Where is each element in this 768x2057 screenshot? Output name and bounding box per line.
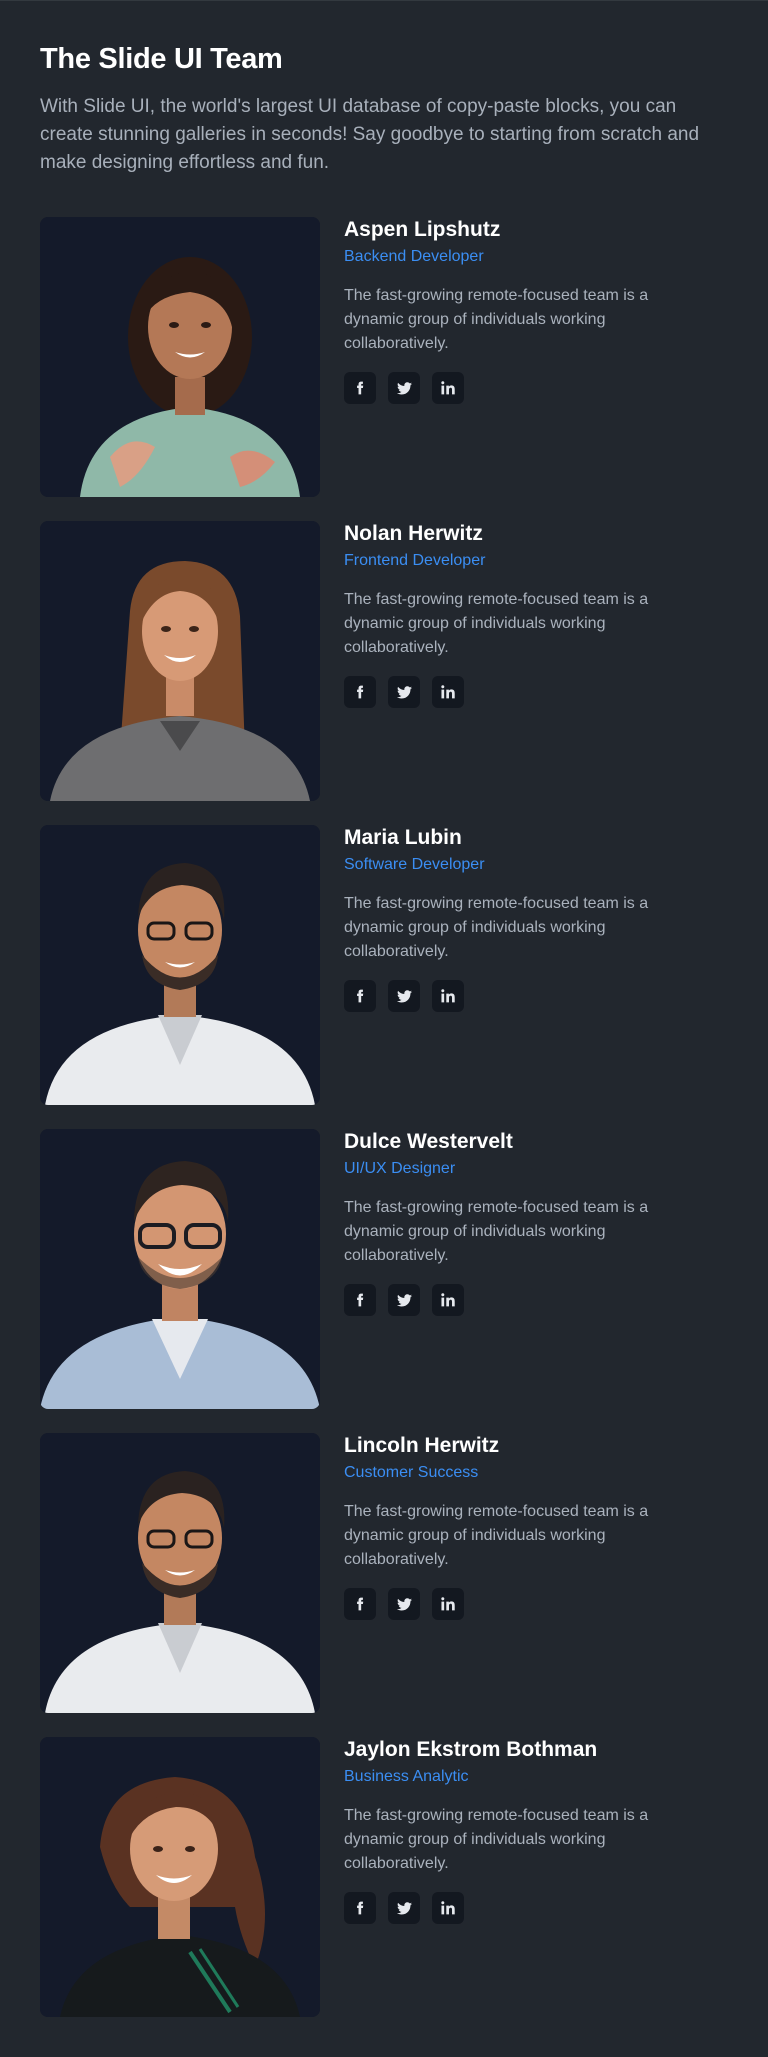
- facebook-link[interactable]: [344, 980, 376, 1012]
- member-name: Nolan Herwitz: [344, 522, 483, 545]
- member-name: Aspen Lipshutz: [344, 218, 501, 241]
- member-description: The fast-growing remote-focused team is …: [344, 1199, 649, 1264]
- member-photo: [40, 825, 320, 1105]
- social-links: [344, 980, 704, 1012]
- member-info: Aspen Lipshutz Backend Developer The fas…: [344, 217, 704, 497]
- member-info: Maria Lubin Software Developer The fast-…: [344, 825, 704, 1105]
- member-role: Customer Success: [344, 1464, 479, 1481]
- linkedin-link[interactable]: [432, 1284, 464, 1316]
- member-info: Lincoln Herwitz Customer Success The fas…: [344, 1433, 704, 1713]
- member-description: The fast-growing remote-focused team is …: [344, 591, 649, 656]
- twitter-link[interactable]: [388, 1588, 420, 1620]
- linkedin-icon: [441, 1293, 455, 1307]
- facebook-link[interactable]: [344, 1284, 376, 1316]
- twitter-link[interactable]: [388, 1284, 420, 1316]
- linkedin-link[interactable]: [432, 676, 464, 708]
- social-links: [344, 1588, 704, 1620]
- linkedin-link[interactable]: [432, 1892, 464, 1924]
- member-description: The fast-growing remote-focused team is …: [344, 895, 649, 960]
- member-name: Jaylon Ekstrom Bothman: [344, 1738, 598, 1761]
- twitter-link[interactable]: [388, 676, 420, 708]
- member-name: Dulce Westervelt: [344, 1130, 513, 1153]
- member-photo: [40, 1737, 320, 2017]
- social-links: [344, 1284, 704, 1316]
- twitter-link[interactable]: [388, 372, 420, 404]
- twitter-link[interactable]: [388, 980, 420, 1012]
- member-name: Maria Lubin: [344, 826, 462, 849]
- linkedin-icon: [441, 989, 455, 1003]
- twitter-icon: [396, 1597, 412, 1610]
- facebook-icon: [357, 381, 364, 395]
- linkedin-link[interactable]: [432, 980, 464, 1012]
- facebook-link[interactable]: [344, 372, 376, 404]
- twitter-icon: [396, 1901, 412, 1914]
- member-description: The fast-growing remote-focused team is …: [344, 287, 649, 352]
- linkedin-link[interactable]: [432, 1588, 464, 1620]
- team-member-card: Maria Lubin Software Developer The fast-…: [40, 825, 728, 1105]
- social-links: [344, 1892, 704, 1924]
- social-links: [344, 372, 704, 404]
- facebook-icon: [357, 1597, 364, 1611]
- member-photo: [40, 521, 320, 801]
- twitter-link[interactable]: [388, 1892, 420, 1924]
- social-links: [344, 676, 704, 708]
- member-info: Jaylon Ekstrom Bothman Business Analytic…: [344, 1737, 704, 2017]
- linkedin-link[interactable]: [432, 372, 464, 404]
- member-info: Dulce Westervelt UI/UX Designer The fast…: [344, 1129, 704, 1409]
- team-member-card: Lincoln Herwitz Customer Success The fas…: [40, 1433, 728, 1713]
- linkedin-icon: [441, 685, 455, 699]
- member-description: The fast-growing remote-focused team is …: [344, 1807, 649, 1872]
- facebook-icon: [357, 685, 364, 699]
- member-photo: [40, 1129, 320, 1409]
- facebook-icon: [357, 989, 364, 1003]
- team-member-card: Jaylon Ekstrom Bothman Business Analytic…: [40, 1737, 728, 2017]
- member-info: Nolan Herwitz Frontend Developer The fas…: [344, 521, 704, 801]
- twitter-icon: [396, 989, 412, 1002]
- member-role: UI/UX Designer: [344, 1160, 456, 1177]
- member-role: Software Developer: [344, 856, 485, 873]
- member-role: Business Analytic: [344, 1768, 469, 1785]
- team-list: Aspen Lipshutz Backend Developer The fas…: [40, 217, 728, 2017]
- facebook-icon: [357, 1293, 364, 1307]
- facebook-icon: [357, 1901, 364, 1915]
- member-description: The fast-growing remote-focused team is …: [344, 1503, 649, 1568]
- member-name: Lincoln Herwitz: [344, 1434, 500, 1457]
- twitter-icon: [396, 685, 412, 698]
- facebook-link[interactable]: [344, 1892, 376, 1924]
- linkedin-icon: [441, 1901, 455, 1915]
- team-member-card: Aspen Lipshutz Backend Developer The fas…: [40, 217, 728, 497]
- team-section: The Slide UI Team With Slide UI, the wor…: [0, 0, 768, 2057]
- member-photo: [40, 1433, 320, 1713]
- linkedin-icon: [441, 381, 455, 395]
- page-title: The Slide UI Team: [40, 43, 283, 75]
- twitter-icon: [396, 381, 412, 394]
- member-photo: [40, 217, 320, 497]
- intro-text: With Slide UI, the world's largest UI da…: [40, 96, 700, 173]
- team-member-card: Dulce Westervelt UI/UX Designer The fast…: [40, 1129, 728, 1409]
- twitter-icon: [396, 1293, 412, 1306]
- facebook-link[interactable]: [344, 1588, 376, 1620]
- team-member-card: Nolan Herwitz Frontend Developer The fas…: [40, 521, 728, 801]
- member-role: Backend Developer: [344, 248, 484, 265]
- facebook-link[interactable]: [344, 676, 376, 708]
- linkedin-icon: [441, 1597, 455, 1611]
- member-role: Frontend Developer: [344, 552, 486, 569]
